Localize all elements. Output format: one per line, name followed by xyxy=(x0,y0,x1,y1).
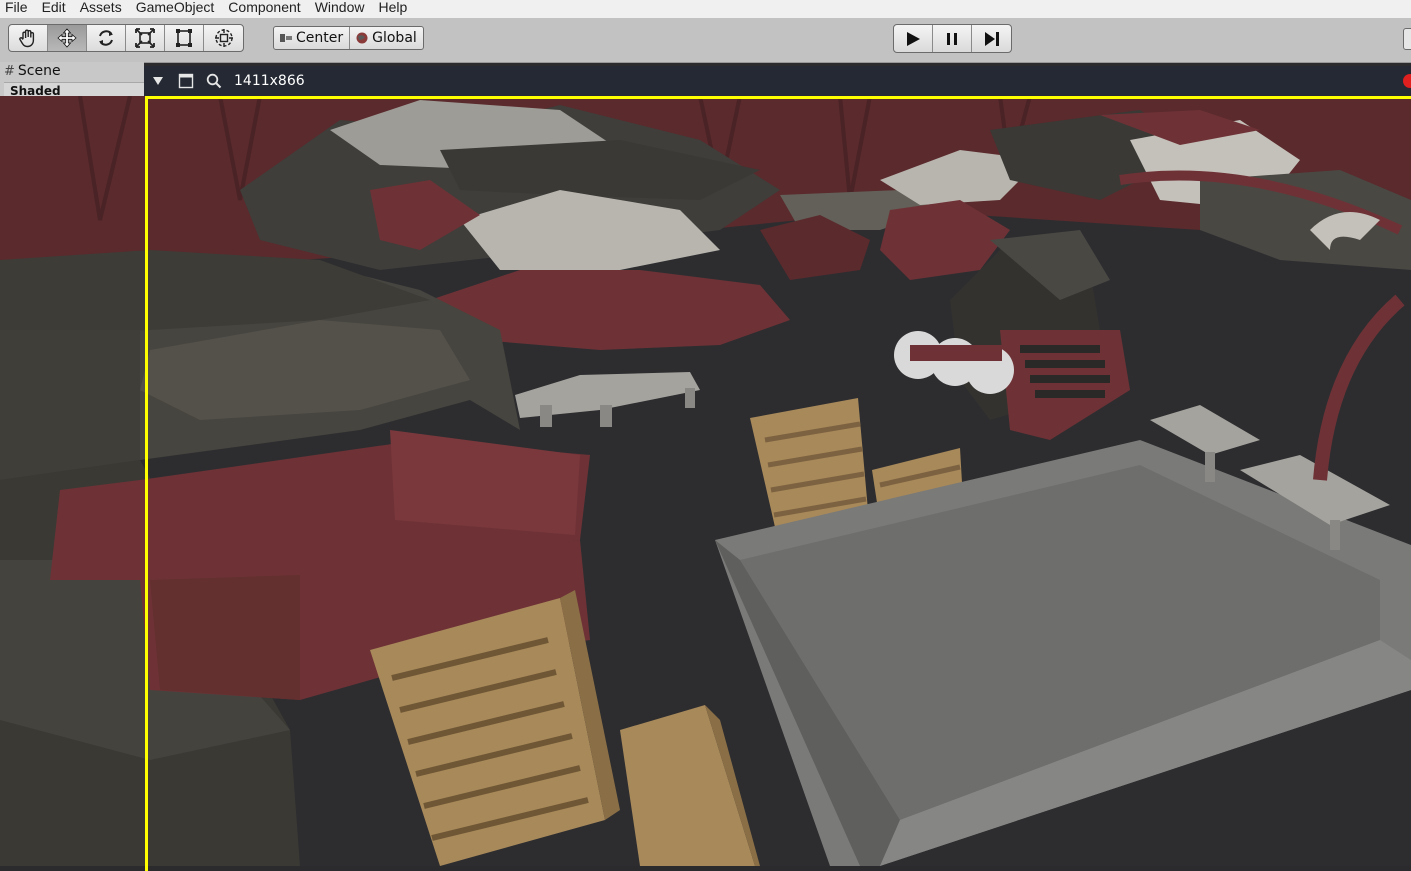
hand-tool-button[interactable] xyxy=(9,25,48,51)
rect-tool-button[interactable] xyxy=(165,25,204,51)
play-button[interactable] xyxy=(894,25,933,52)
scene-tab-label: Scene xyxy=(17,63,61,79)
scene-render xyxy=(0,96,1411,866)
pivot-toggles: Center Global xyxy=(273,26,424,50)
playmode-controls xyxy=(893,24,1012,53)
globe-icon xyxy=(356,32,368,44)
scene-tab[interactable]: # Scene xyxy=(4,62,61,80)
menu-bar: File Edit Assets GameObject Component Wi… xyxy=(0,0,1411,18)
grid-icon: # xyxy=(4,63,15,79)
step-button[interactable] xyxy=(972,25,1011,52)
menu-assets[interactable]: Assets xyxy=(74,0,130,14)
pause-icon xyxy=(947,32,957,45)
transform-tool-button[interactable] xyxy=(204,25,243,51)
triangle-down-icon xyxy=(153,77,163,85)
zoom-button[interactable] xyxy=(200,66,228,96)
move-arrows-icon xyxy=(57,28,77,48)
menu-help[interactable]: Help xyxy=(372,0,415,14)
game-view-header: 1411x866 xyxy=(144,66,1411,96)
scene-panel: # Scene Shaded xyxy=(0,62,144,98)
main-toolbar: Center Global xyxy=(0,18,1411,63)
record-indicator xyxy=(1403,74,1411,88)
transform-tools xyxy=(8,24,244,52)
maximize-button[interactable] xyxy=(172,66,200,96)
menu-gameobject[interactable]: GameObject xyxy=(130,0,223,14)
pivot-center-button[interactable]: Center xyxy=(274,27,351,49)
menu-window[interactable]: Window xyxy=(309,0,373,14)
pivot-global-label: Global xyxy=(372,30,417,46)
move-tool-button[interactable] xyxy=(48,25,87,51)
menu-edit[interactable]: Edit xyxy=(36,0,74,14)
pivot-global-button[interactable]: Global xyxy=(350,27,423,49)
menu-component[interactable]: Component xyxy=(222,0,308,14)
play-icon xyxy=(907,31,920,46)
step-icon xyxy=(984,31,999,46)
transform-icon xyxy=(214,29,233,47)
search-icon xyxy=(206,73,222,89)
scale-icon xyxy=(135,28,155,48)
menu-file[interactable]: File xyxy=(0,0,36,14)
collapse-button[interactable] xyxy=(144,66,172,96)
scale-tool-button[interactable] xyxy=(126,25,165,51)
rotate-tool-button[interactable] xyxy=(87,25,126,51)
layers-dropdown[interactable] xyxy=(1403,28,1411,50)
pivot-center-icon xyxy=(280,34,292,42)
rotate-icon xyxy=(99,30,113,46)
maximize-icon xyxy=(178,73,194,89)
pause-button[interactable] xyxy=(933,25,972,52)
rect-transform-icon xyxy=(176,29,192,47)
pivot-center-label: Center xyxy=(296,30,344,46)
game-viewport[interactable] xyxy=(0,96,1411,866)
hand-icon xyxy=(19,29,35,48)
resolution-label[interactable]: 1411x866 xyxy=(234,73,305,89)
